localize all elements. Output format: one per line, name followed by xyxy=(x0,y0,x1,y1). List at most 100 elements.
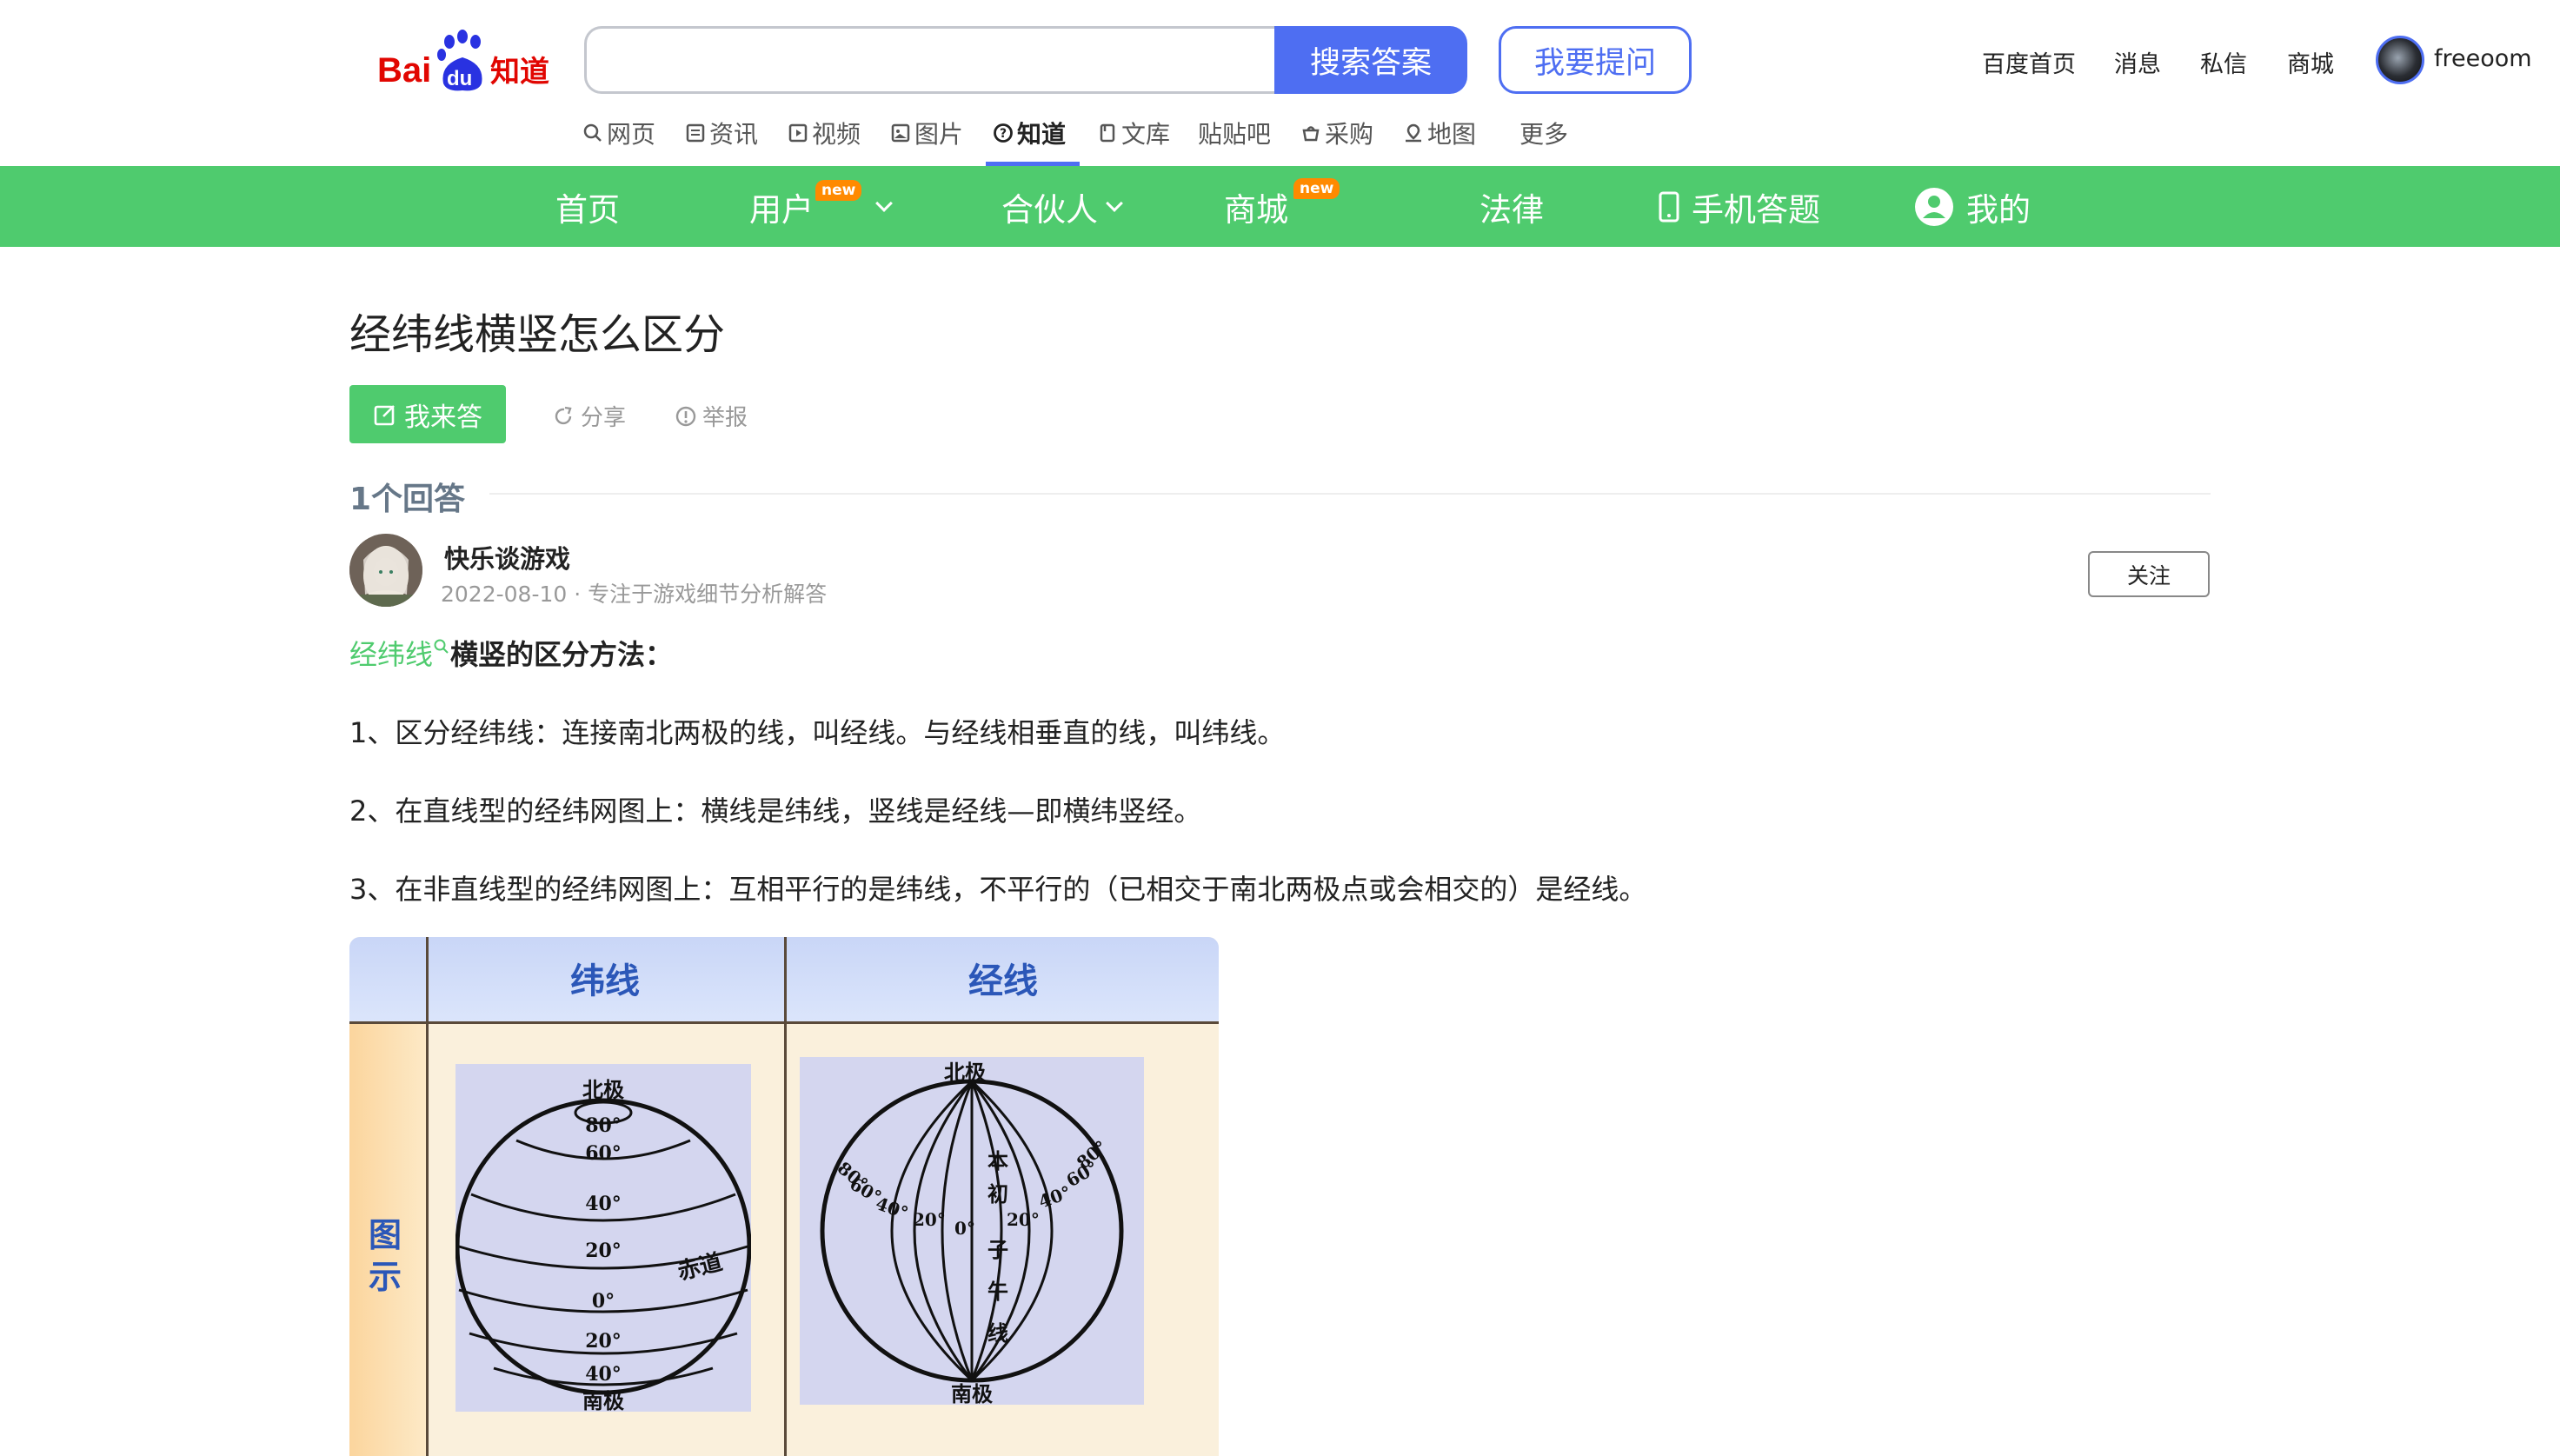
figure-side-label: 示 xyxy=(369,1258,402,1296)
subnav-purchase[interactable]: 采购 xyxy=(1300,116,1373,150)
subnav-label: 贴贴吧 xyxy=(1198,120,1272,149)
subnav-tieba[interactable]: 贴贴吧 xyxy=(1198,116,1271,150)
latitude-globe-panel: 北极 80° 60° 40° 20° 0° 20° 40° 赤道 南极 xyxy=(455,1064,752,1413)
new-badge: new xyxy=(1293,178,1340,199)
nav-mobile-answer[interactable]: 手机答题 xyxy=(1659,166,1820,247)
top-link-private-messages[interactable]: 私信 xyxy=(2200,45,2247,79)
prime-meridian-char: 子 xyxy=(987,1237,1008,1262)
lon-label: 40° xyxy=(873,1193,911,1223)
subnav-wenku[interactable]: 文库 xyxy=(1097,116,1170,150)
answer-meta: 2022-08-10 · 专注于游戏细节分析解答 xyxy=(441,582,828,607)
ask-question-button[interactable]: 我要提问 xyxy=(1499,26,1692,94)
latitude-longitude-figure[interactable]: 纬线 经线 图 示 北极 80° 60° 40° 20° 0° 20° 40° … xyxy=(349,937,1219,1456)
subnav-label: 采购 xyxy=(1325,120,1374,149)
subnav-label: 图片 xyxy=(914,120,964,149)
globe2-south: 南极 xyxy=(951,1381,993,1405)
keyword-link[interactable]: 经纬线 xyxy=(349,638,433,671)
answer-paragraph: 3、在非直线型的经纬网图上：互相平行的是纬线，不平行的（已相交于南北两极点或会相… xyxy=(349,873,1647,906)
nav-user-label: 用户 xyxy=(749,190,814,229)
nav-mall[interactable]: 商城 new xyxy=(1224,166,1340,247)
map-icon xyxy=(1406,123,1421,143)
report-label: 举报 xyxy=(702,405,748,431)
nav-mine[interactable]: 我的 xyxy=(1914,166,2031,247)
figure-col-latitude: 纬线 xyxy=(570,961,640,1001)
search-input[interactable] xyxy=(587,29,1276,91)
longitude-globe: 北极 80° 60° 40° 20° 20° 40° 60° 80° 0° 本 … xyxy=(820,1060,1124,1406)
logo-zhidao-text: 知道 xyxy=(490,55,549,90)
nav-mine-label: 我的 xyxy=(1966,190,2031,229)
search-icon xyxy=(583,123,602,142)
nav-partner-label: 合伙人 xyxy=(1001,190,1098,229)
share-link[interactable]: 分享 xyxy=(553,400,626,432)
nav-home[interactable]: 首页 xyxy=(555,166,620,247)
figure-col-longitude: 经线 xyxy=(968,961,1038,1001)
answerer-name[interactable]: 快乐谈游戏 xyxy=(444,539,570,575)
subnav-label: 资讯 xyxy=(709,120,759,149)
answer-button-label: 我来答 xyxy=(404,402,482,433)
prime-meridian-char: 初 xyxy=(987,1181,1008,1207)
header: Bai du 知道 搜索答案 我要提问 百度首页 消息 私信 商城 freeoo… xyxy=(0,0,2560,166)
nav-home-label: 首页 xyxy=(555,190,620,229)
lat-label: 20° xyxy=(585,1330,622,1353)
figure-side-label: 图 xyxy=(369,1216,402,1254)
top-link-baidu-home[interactable]: 百度首页 xyxy=(1982,45,2076,79)
answer-paragraph: 1、区分经纬线：连接南北两极的线，叫经线。与经线相垂直的线，叫纬线。 xyxy=(349,716,1286,749)
nav-law-label: 法律 xyxy=(1479,190,1544,229)
nav-law[interactable]: 法律 xyxy=(1479,166,1544,247)
doc-icon xyxy=(1100,123,1115,143)
subnav-image[interactable]: 图片 xyxy=(890,116,963,150)
subnav-video[interactable]: 视频 xyxy=(788,116,861,150)
lat-label: 40° xyxy=(585,1193,622,1215)
phone-icon xyxy=(1659,191,1679,222)
lon-label: 20° xyxy=(1007,1209,1040,1230)
user-avatar[interactable] xyxy=(2376,36,2424,84)
report-link[interactable]: 举报 xyxy=(675,400,748,432)
lon-label: 40° xyxy=(1036,1181,1074,1212)
nav-partner[interactable]: 合伙人 xyxy=(1001,166,1123,247)
top-link-messages[interactable]: 消息 xyxy=(2114,45,2161,79)
share-label: 分享 xyxy=(581,405,627,431)
chevron-down-icon xyxy=(875,194,893,212)
subnav-map[interactable]: 地图 xyxy=(1403,116,1476,150)
subnav-news[interactable]: 资讯 xyxy=(685,116,758,150)
nav-user[interactable]: 用户 new xyxy=(749,166,893,247)
subnav-label: 视频 xyxy=(812,120,861,149)
user-name[interactable]: freeoom xyxy=(2434,45,2532,72)
question-title: 经纬线横竖怎么区分 xyxy=(349,310,726,359)
share-icon xyxy=(555,406,572,424)
search-answer-button[interactable]: 搜索答案 xyxy=(1274,26,1467,94)
globe2-north: 北极 xyxy=(944,1060,986,1085)
subnav-label: 文库 xyxy=(1121,120,1171,149)
answer-heading: 经纬线 横竖的区分方法： xyxy=(349,633,673,673)
subnav-zhidao[interactable]: ? 知道 xyxy=(993,116,1066,150)
nav-mall-label: 商城 xyxy=(1224,190,1288,229)
follow-button[interactable]: 关注 xyxy=(2088,551,2210,597)
subnav-label: 网页 xyxy=(607,120,656,149)
subnav-more[interactable]: 更多 xyxy=(1519,116,1568,150)
lat-label: 0° xyxy=(592,1290,615,1313)
logo-bai-text: Bai xyxy=(377,51,431,90)
edit-icon xyxy=(374,404,395,425)
video-icon xyxy=(788,123,808,143)
image-icon xyxy=(891,123,910,143)
main-nav-bar: 首页 用户 new 合伙人 商城 new 法律 手机答题 我的 xyxy=(0,166,2560,247)
baidu-zhidao-logo[interactable]: Bai du 知道 xyxy=(376,26,558,96)
question-icon: ? xyxy=(994,123,1013,143)
answer-paragraph: 2、在直线型的经纬网图上：横线是纬线，竖线是经线—即横纬竖经。 xyxy=(349,794,1202,828)
figure-divider xyxy=(426,937,429,1456)
user-circle-icon xyxy=(1915,187,1953,226)
search-box[interactable] xyxy=(584,26,1276,94)
svg-text:?: ? xyxy=(1000,127,1007,141)
figure-divider xyxy=(784,937,787,1456)
answerer-avatar[interactable] xyxy=(349,534,422,607)
subnav-web[interactable]: 网页 xyxy=(582,116,655,150)
prime-meridian-char: 线 xyxy=(987,1320,1008,1346)
answers-divider xyxy=(489,493,2211,495)
search-icon xyxy=(434,639,449,654)
globe1-north: 北极 xyxy=(582,1077,624,1102)
top-link-mall[interactable]: 商城 xyxy=(2287,45,2334,79)
subnav-label: 地图 xyxy=(1427,120,1477,149)
answer-button[interactable]: 我来答 xyxy=(349,385,506,443)
longitude-globe-panel: 北极 80° 60° 40° 20° 20° 40° 60° 80° 0° 本 … xyxy=(800,1057,1144,1406)
heading-text: 横竖的区分方法： xyxy=(450,638,674,671)
